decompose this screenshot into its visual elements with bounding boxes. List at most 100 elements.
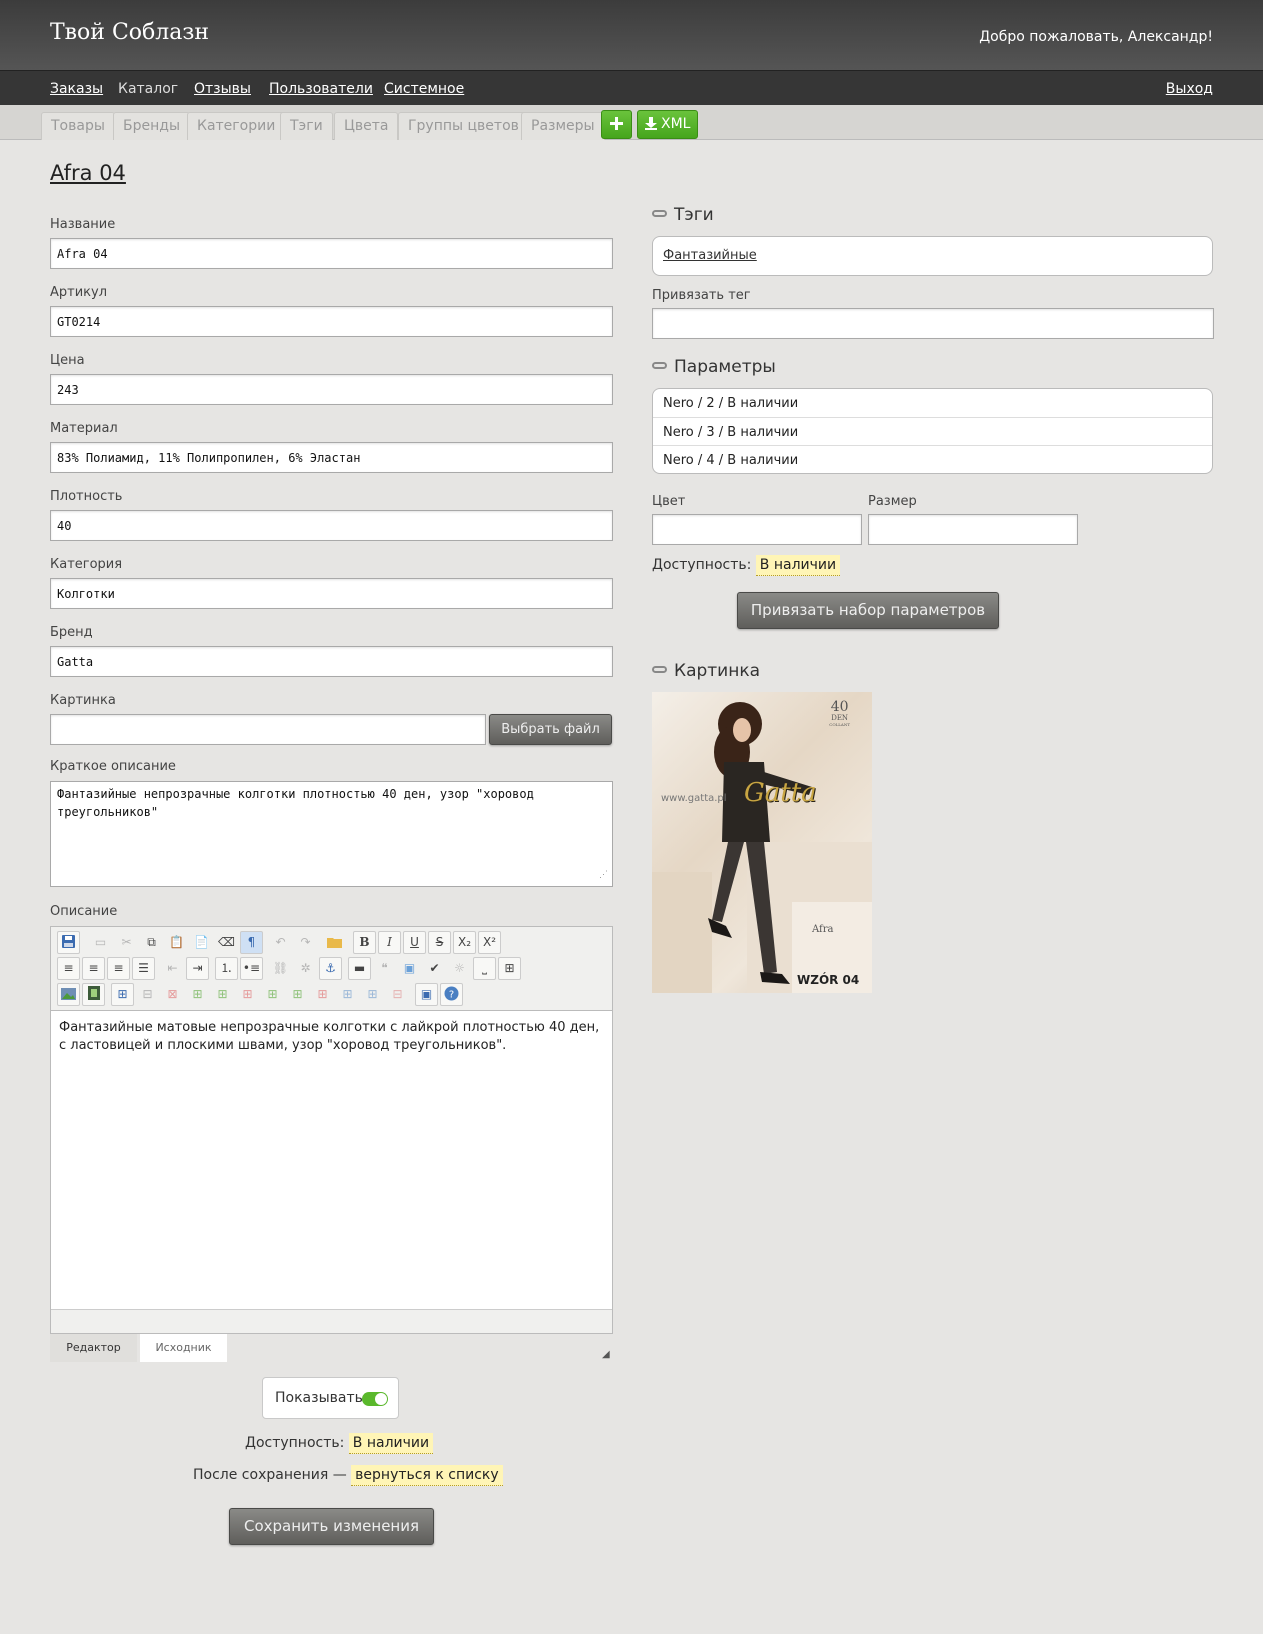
- params-row[interactable]: Nero / 4 / В наличии: [653, 445, 1212, 473]
- col-props-icon[interactable]: ⊞: [261, 983, 284, 1006]
- tab-categories[interactable]: Категории: [187, 112, 286, 140]
- row-props-icon[interactable]: ⊞: [186, 983, 209, 1006]
- folder-icon[interactable]: [323, 931, 346, 954]
- bold-icon[interactable]: B: [353, 931, 376, 954]
- sku-input[interactable]: GT0214: [50, 306, 613, 337]
- page-break-icon[interactable]: ⊞: [498, 957, 521, 980]
- bulleted-list-icon[interactable]: •≡: [240, 957, 263, 980]
- italic-icon[interactable]: I: [378, 931, 401, 954]
- xml-export-button[interactable]: XML: [637, 110, 698, 139]
- link-icon[interactable]: ⛓: [269, 957, 292, 980]
- help-icon[interactable]: ?: [440, 983, 463, 1006]
- nonbreaking-space-icon[interactable]: ⎵: [473, 957, 496, 980]
- fullscreen-icon[interactable]: ▣: [398, 957, 421, 980]
- anchor-icon[interactable]: ⚓: [319, 957, 342, 980]
- align-justify-icon[interactable]: ☰: [132, 957, 155, 980]
- param-availability-select[interactable]: В наличии: [755, 555, 841, 576]
- availability-select[interactable]: В наличии: [348, 1433, 434, 1454]
- short-description-textarea[interactable]: Фантазийные непрозрачные колготки плотно…: [50, 781, 613, 887]
- unlink-icon[interactable]: ✲: [294, 957, 317, 980]
- tab-source[interactable]: Исходник: [140, 1334, 227, 1362]
- density-input[interactable]: 40: [50, 510, 613, 541]
- remove-format-icon[interactable]: ⌫: [215, 931, 238, 954]
- save-changes-button[interactable]: Сохранить изменения: [229, 1508, 434, 1545]
- editor-resize-icon[interactable]: ◢: [602, 1349, 610, 1360]
- material-input[interactable]: 83% Полиамид, 11% Полипропилен, 6% Эласт…: [50, 442, 613, 473]
- subscript-icon[interactable]: X₂: [453, 931, 476, 954]
- indent-icon[interactable]: ⇥: [186, 957, 209, 980]
- show-blocks-icon[interactable]: ¶: [240, 931, 263, 954]
- tab-color-groups[interactable]: Группы цветов: [398, 112, 529, 140]
- size-input[interactable]: [868, 514, 1078, 545]
- image-file-input[interactable]: [50, 714, 486, 745]
- brand-input[interactable]: Gatta: [50, 646, 613, 677]
- param-availability-label: Доступность:: [652, 557, 752, 573]
- tab-sizes[interactable]: Размеры: [521, 112, 605, 140]
- site-brand[interactable]: Твой Соблазн: [50, 20, 209, 45]
- insert-col-before-icon[interactable]: ⊞: [286, 983, 309, 1006]
- outdent-icon[interactable]: ⇤: [161, 957, 184, 980]
- cut-icon[interactable]: ✂: [115, 931, 138, 954]
- den-text: DEN: [831, 714, 849, 722]
- tab-tags[interactable]: Тэги: [280, 112, 333, 140]
- undo-icon[interactable]: ↶: [269, 931, 292, 954]
- nav-users[interactable]: Пользователи: [269, 81, 373, 97]
- table-props-icon[interactable]: ⊟: [136, 983, 159, 1006]
- choose-file-button[interactable]: Выбрать файл: [489, 714, 612, 745]
- resize-grip-icon[interactable]: ⋰: [599, 866, 608, 884]
- special-char-icon[interactable]: ☼: [448, 957, 471, 980]
- delete-row-icon[interactable]: ⊞: [236, 983, 259, 1006]
- nav-orders[interactable]: Заказы: [50, 81, 103, 97]
- nav-catalog[interactable]: Каталог: [118, 81, 178, 97]
- split-cells-icon[interactable]: ⊞: [336, 983, 359, 1006]
- show-switch[interactable]: [362, 1392, 388, 1406]
- insert-row-before-icon[interactable]: ⊞: [211, 983, 234, 1006]
- new-document-icon[interactable]: ▭: [89, 931, 112, 954]
- spellcheck-icon[interactable]: ✔: [423, 957, 446, 980]
- name-input[interactable]: Afra 04: [50, 238, 613, 269]
- redo-icon[interactable]: ↷: [294, 931, 317, 954]
- insert-table-icon[interactable]: ⊞: [111, 983, 134, 1006]
- delete-table-icon[interactable]: ⊠: [161, 983, 184, 1006]
- table-row-icon[interactable]: ⊟: [386, 983, 409, 1006]
- tab-products[interactable]: Товары: [41, 112, 115, 140]
- horizontal-rule-icon[interactable]: ▬: [348, 957, 371, 980]
- params-row[interactable]: Nero / 3 / В наличии: [653, 417, 1212, 445]
- bind-tag-input[interactable]: [652, 308, 1214, 339]
- strikethrough-icon[interactable]: S: [428, 931, 451, 954]
- insert-image-icon[interactable]: [57, 983, 80, 1006]
- preview-icon[interactable]: ▣: [415, 983, 438, 1006]
- align-left-icon[interactable]: ≡: [57, 957, 80, 980]
- align-right-icon[interactable]: ≡: [107, 957, 130, 980]
- align-center-icon[interactable]: ≡: [82, 957, 105, 980]
- params-row[interactable]: Nero / 2 / В наличии: [653, 389, 1212, 417]
- paste-icon[interactable]: 📋: [165, 931, 188, 954]
- save-icon[interactable]: [57, 931, 80, 954]
- merge-cells-icon[interactable]: ⊞: [361, 983, 384, 1006]
- logout-link[interactable]: Выход: [1166, 81, 1213, 97]
- bind-params-button[interactable]: Привязать набор параметров: [737, 592, 999, 629]
- paste-text-icon[interactable]: 📄: [190, 931, 213, 954]
- insert-media-icon[interactable]: [82, 983, 105, 1006]
- underline-icon[interactable]: U: [403, 931, 426, 954]
- nav-reviews[interactable]: Отзывы: [194, 81, 251, 97]
- editor-content-area[interactable]: Фантазийные матовые непрозрачные колготк…: [51, 1010, 612, 1310]
- numbered-list-icon[interactable]: ⒈: [215, 957, 238, 980]
- after-save-select[interactable]: вернуться к списку: [351, 1465, 503, 1486]
- superscript-icon[interactable]: X²: [478, 931, 501, 954]
- image-label: Картинка: [50, 693, 116, 708]
- nav-system[interactable]: Системное: [384, 81, 464, 97]
- copy-icon[interactable]: ⧉: [140, 931, 163, 954]
- blockquote-icon[interactable]: ❝: [373, 957, 396, 980]
- tab-brands[interactable]: Бренды: [113, 112, 190, 140]
- brand-label: Бренд: [50, 625, 93, 640]
- price-input[interactable]: 243: [50, 374, 613, 405]
- tab-editor[interactable]: Редактор: [50, 1334, 137, 1362]
- show-toggle[interactable]: Показывать: [262, 1377, 399, 1419]
- color-input[interactable]: [652, 514, 862, 545]
- tab-colors[interactable]: Цвета: [334, 112, 399, 140]
- category-input[interactable]: Колготки: [50, 578, 613, 609]
- add-button[interactable]: [601, 110, 632, 139]
- delete-col-icon[interactable]: ⊞: [311, 983, 334, 1006]
- tag-item[interactable]: Фантазийные: [663, 248, 757, 263]
